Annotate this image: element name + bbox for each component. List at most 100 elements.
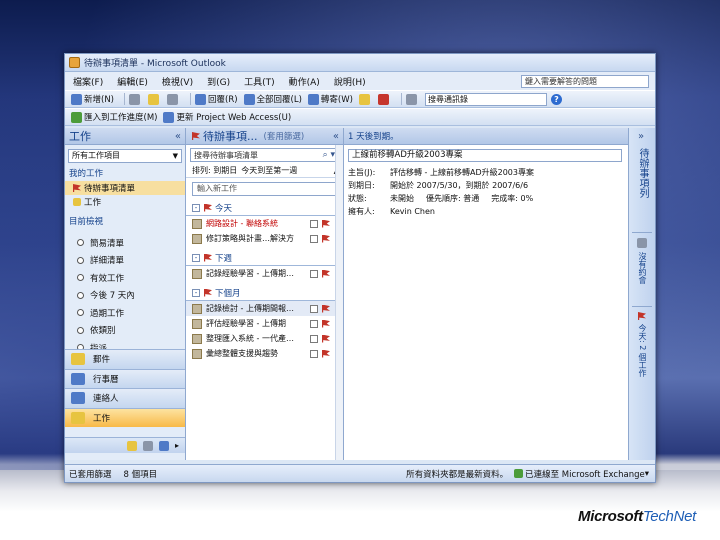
followup-button[interactable]: [377, 93, 391, 105]
task-search-input[interactable]: 搜尋待辦事項清單 ⌕ ▾: [190, 148, 339, 162]
complete-checkbox[interactable]: [310, 349, 318, 358]
task-list-collapse-button[interactable]: «: [333, 131, 339, 142]
arrange-by-row[interactable]: 排列: 到期日 今天到至第一週 ▲: [186, 164, 343, 178]
menu-file[interactable]: 檔案(F): [73, 75, 103, 88]
nav-shortcut-bar: ▸: [65, 437, 185, 453]
address-book-button[interactable]: [405, 93, 419, 105]
task-row[interactable]: 整理匯入系統 - 一代產…: [186, 331, 343, 346]
task-row[interactable]: 網路設計 - 聯絡系統: [186, 216, 343, 231]
search-icon[interactable]: ⌕ ▾: [323, 150, 335, 160]
task-row[interactable]: 修訂策略與計畫…解決方: [186, 231, 343, 246]
help-search-input[interactable]: 鍵入需要解答的問題: [521, 74, 649, 88]
calendar-icon: [637, 238, 647, 248]
category-button[interactable]: [358, 93, 372, 105]
flag-icon[interactable]: [322, 234, 330, 243]
collapse-group-icon[interactable]: -: [192, 203, 200, 212]
contacts-icon: [71, 392, 85, 405]
reply-all-button[interactable]: 全部回覆(L): [243, 93, 302, 105]
flag-icon[interactable]: [322, 304, 330, 313]
nav-button-calendar[interactable]: 行事曆: [65, 368, 185, 388]
todo-bar-divider: [632, 232, 652, 233]
contact-search-input[interactable]: 搜尋通訊錄: [424, 92, 547, 106]
section-current-view[interactable]: 目前檢視: [65, 213, 185, 229]
move-button[interactable]: [148, 93, 161, 105]
task-icon: [192, 318, 202, 329]
flag-icon[interactable]: [322, 269, 330, 278]
todo-bar-divider: [632, 306, 652, 307]
shortcuts-icon[interactable]: [158, 440, 169, 451]
complete-checkbox[interactable]: [310, 219, 318, 228]
flag-icon[interactable]: [322, 349, 330, 358]
nav-filter-dropdown[interactable]: 所有工作項目 ▼: [68, 149, 182, 163]
nav-header: 工作 «: [65, 128, 185, 145]
delete-button[interactable]: [167, 93, 180, 105]
menu-view[interactable]: 檢視(V): [162, 75, 193, 88]
expand-todo-bar-icon[interactable]: »: [638, 131, 644, 142]
nav-button-label: 行事曆: [93, 374, 119, 385]
print-button[interactable]: [129, 93, 142, 105]
nav-item-tasks[interactable]: 工作: [65, 195, 185, 209]
folder-list-icon[interactable]: [142, 440, 153, 451]
toolbar-separator: [400, 93, 402, 105]
notes-icon[interactable]: [126, 440, 137, 451]
group-name: 今天: [215, 203, 233, 214]
complete-checkbox[interactable]: [310, 304, 318, 313]
task-row[interactable]: 記錄經驗學習 - 上傳期…: [186, 266, 343, 281]
collapse-group-icon[interactable]: -: [192, 288, 200, 297]
task-row[interactable]: 記錄檢討 - 上傳期間報…: [186, 301, 343, 316]
view-option[interactable]: 依類別: [77, 322, 181, 340]
configure-buttons-icon[interactable]: ▸: [175, 441, 179, 450]
view-option[interactable]: 有效工作: [77, 269, 181, 287]
import-timesheet-button[interactable]: 匯入到工作進度(M): [71, 111, 157, 123]
update-pwa-button[interactable]: 更新 Project Web Access(U): [163, 111, 291, 123]
task-icon: [192, 303, 202, 314]
view-option[interactable]: 過期工作: [77, 304, 181, 322]
view-option[interactable]: 今後 7 天內: [77, 287, 181, 305]
todo-bar[interactable]: » 待辦事項列 沒有約會 今天: 2 個工作: [628, 128, 655, 460]
detail-label: 擁有人:: [348, 207, 375, 216]
menu-actions[interactable]: 動作(A): [289, 75, 320, 88]
address-book-icon: [405, 93, 417, 105]
view-option[interactable]: 詳細清單: [77, 252, 181, 270]
new-task-input[interactable]: 輸入新工作: [192, 182, 339, 196]
flag-icon: [204, 288, 212, 297]
new-button[interactable]: 新增(N): [71, 93, 114, 105]
complete-checkbox[interactable]: [310, 234, 318, 243]
update-label: 更新 Project Web Access(U): [176, 113, 292, 123]
flag-icon[interactable]: [322, 334, 330, 343]
menu-help[interactable]: 說明(H): [334, 75, 366, 88]
brand-technet: TechNet: [642, 508, 697, 525]
flag-icon[interactable]: [322, 219, 330, 228]
nav-button-contacts[interactable]: 連絡人: [65, 388, 185, 408]
complete-checkbox[interactable]: [310, 319, 318, 328]
complete-checkbox[interactable]: [310, 269, 318, 278]
group-header-today[interactable]: - 今天: [186, 200, 343, 216]
task-icon: [192, 348, 202, 359]
task-list-scrollbar[interactable]: [335, 145, 343, 460]
task-row[interactable]: 彙總整體支援與趨勢: [186, 346, 343, 361]
nav-item-todo-list[interactable]: 待辦事項清單: [65, 181, 185, 195]
section-my-tasks[interactable]: 我的工作: [65, 165, 185, 181]
menu-go[interactable]: 到(G): [207, 75, 230, 88]
menu-edit[interactable]: 編輯(E): [117, 75, 148, 88]
menu-tools[interactable]: 工具(T): [244, 75, 275, 88]
todo-bar-tasks: 今天: 2 個工作: [638, 324, 647, 377]
forward-button[interactable]: 轉寄(W): [307, 93, 353, 105]
nav-button-tasks[interactable]: 工作: [65, 407, 185, 427]
nav-button-mail[interactable]: 郵件: [65, 349, 185, 369]
nav-collapse-button[interactable]: «: [175, 131, 181, 142]
collapse-group-icon[interactable]: -: [192, 253, 200, 262]
reply-all-label: 全部回覆(L): [256, 95, 302, 105]
reply-button[interactable]: 回覆(R): [195, 93, 238, 105]
main-content: 工作 « 所有工作項目 ▼ 我的工作 待辦事項清單 工作 目前檢視 簡易清單 詳細…: [65, 128, 655, 460]
status-connection[interactable]: 已連線至 Microsoft Exchange ▾: [514, 468, 649, 480]
flag-icon: [192, 132, 200, 140]
help-icon[interactable]: ?: [550, 93, 562, 105]
group-header-next-week[interactable]: - 下週: [186, 250, 343, 266]
import-icon: [71, 111, 82, 123]
complete-checkbox[interactable]: [310, 334, 318, 343]
flag-icon[interactable]: [322, 319, 330, 328]
task-row[interactable]: 評估經驗學習 - 上傳期: [186, 316, 343, 331]
group-header-next-month[interactable]: - 下個月: [186, 285, 343, 301]
view-option[interactable]: 簡易清單: [77, 234, 181, 252]
